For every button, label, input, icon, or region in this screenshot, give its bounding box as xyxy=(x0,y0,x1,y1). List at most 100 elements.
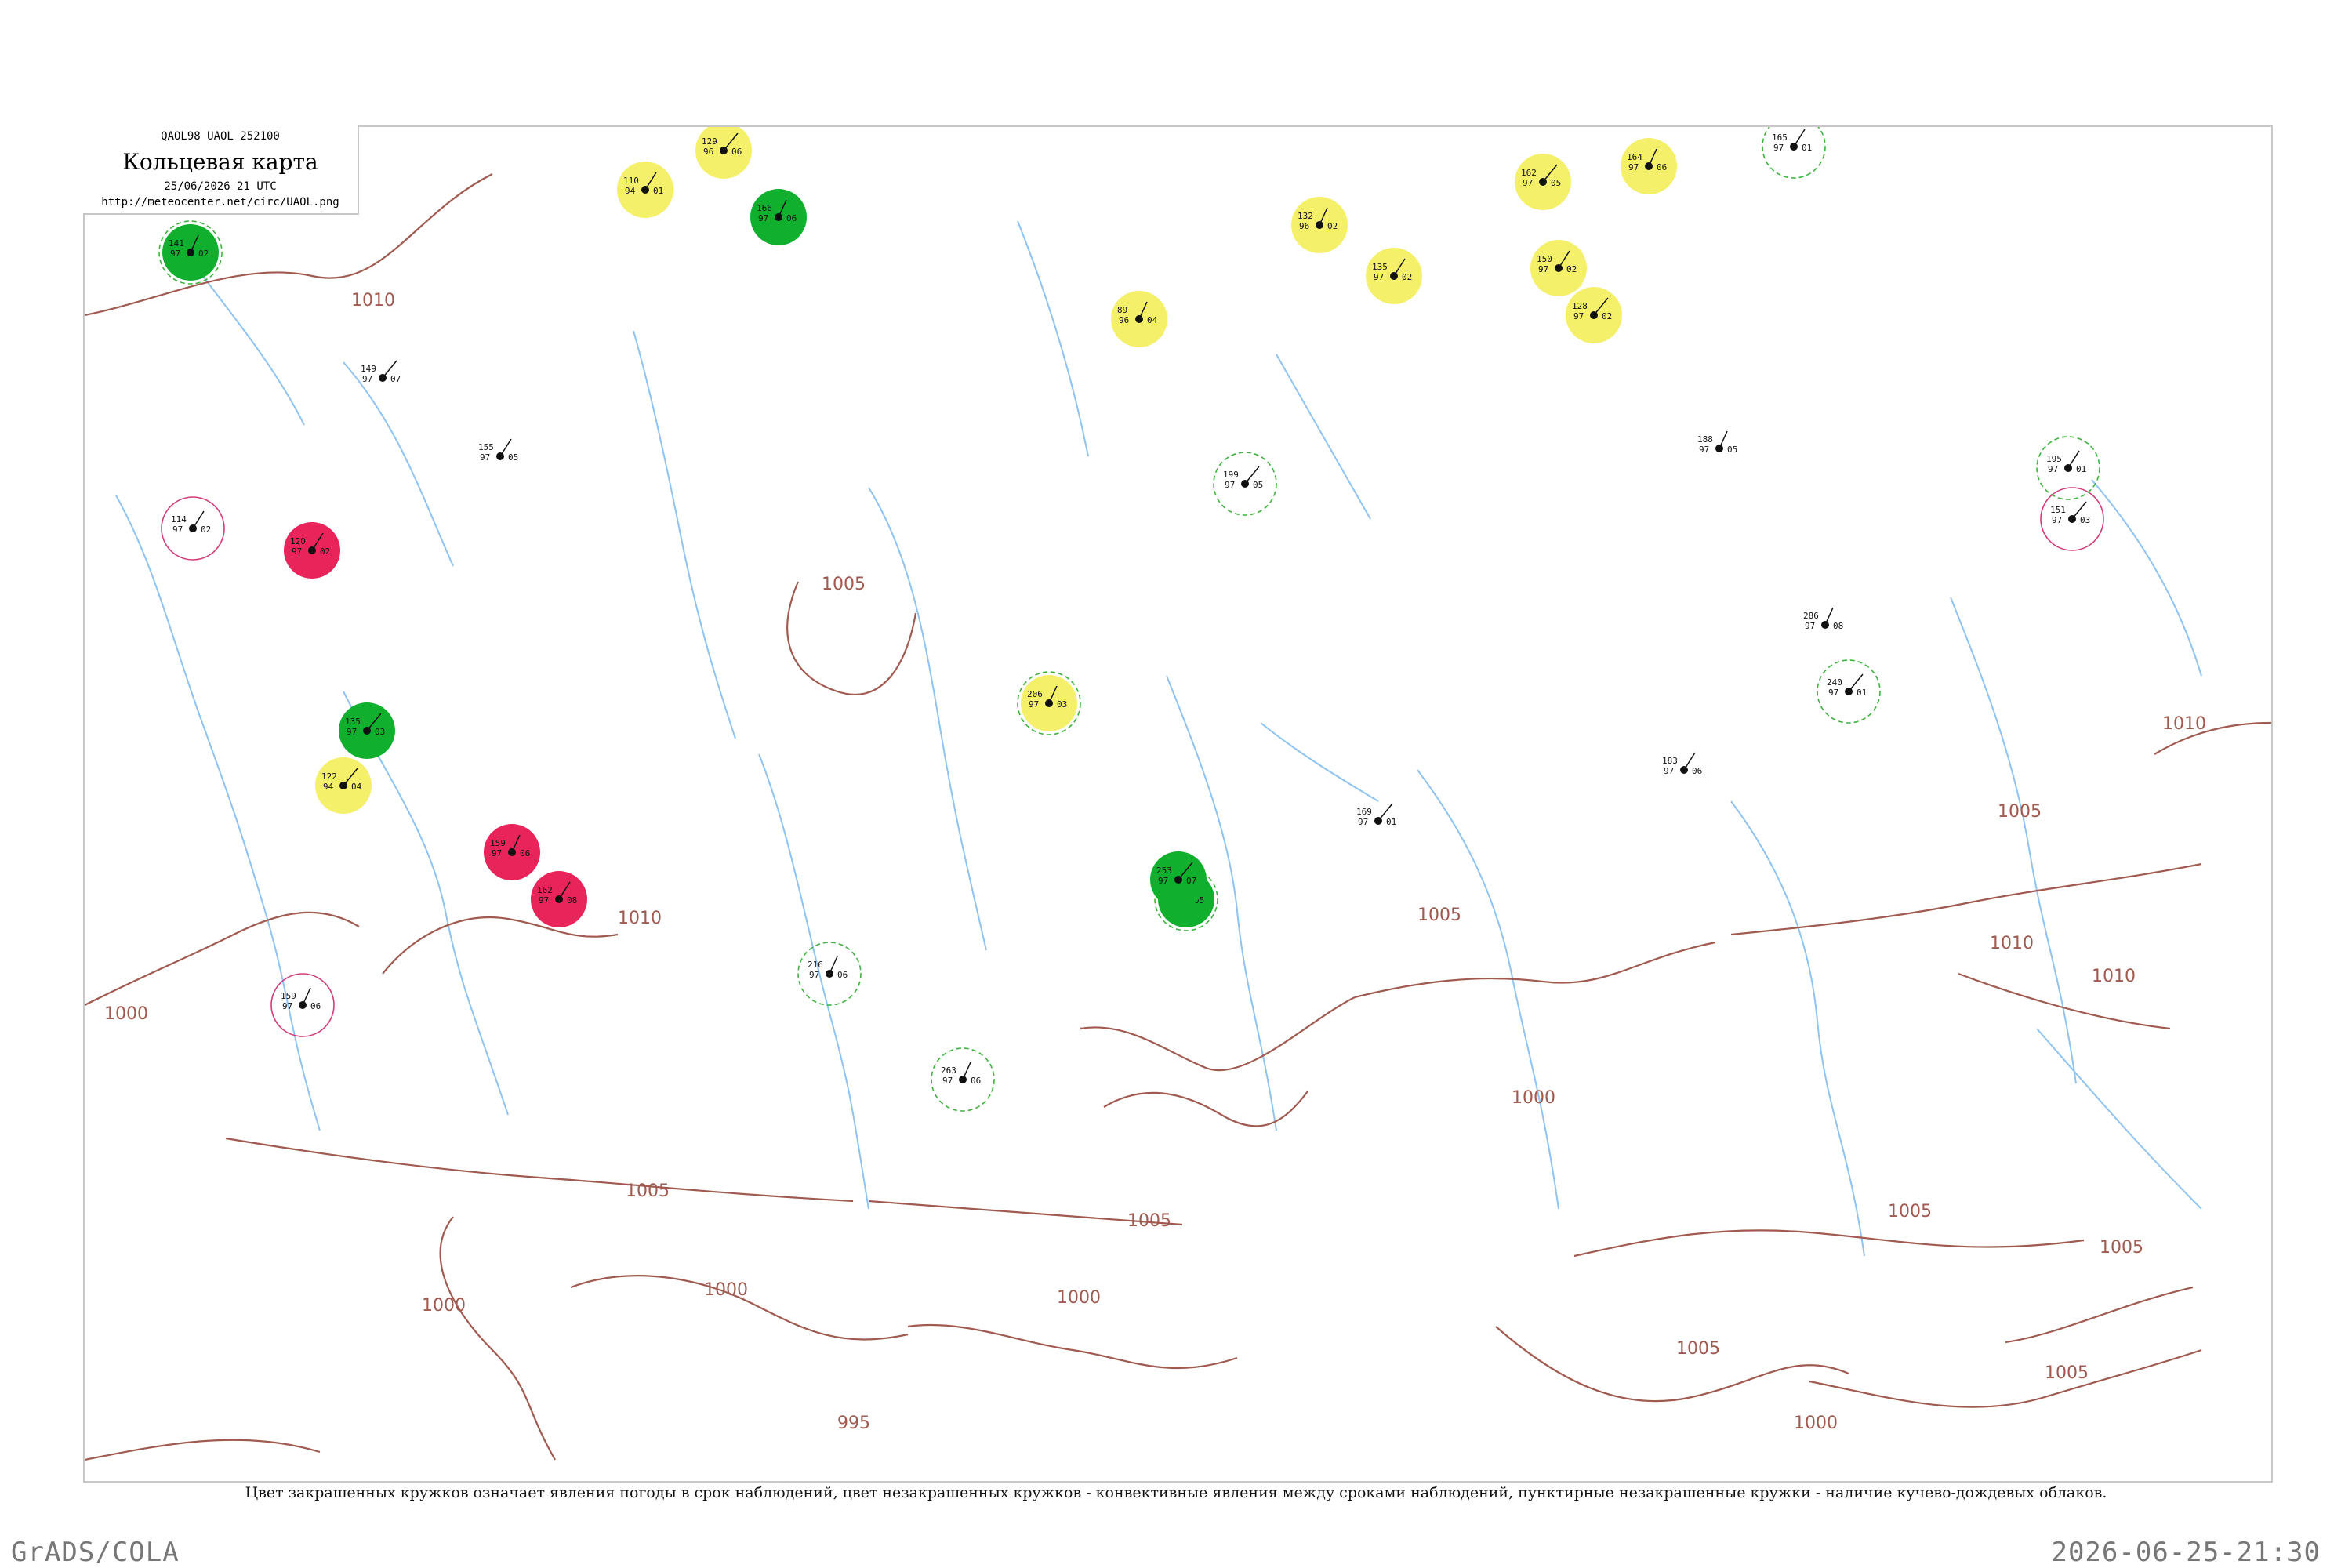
tendency-value: 04 xyxy=(1147,315,1158,325)
isobar-label: 1005 xyxy=(626,1181,670,1201)
station-marker: 21697 06 xyxy=(797,942,862,1006)
pressure-value: 165 xyxy=(1772,132,1788,143)
isobar-label: 1005 xyxy=(1127,1211,1171,1231)
pressure-value: 253 xyxy=(1156,866,1172,876)
map-title: Кольцевая карта xyxy=(122,149,318,175)
isobar-label: 1010 xyxy=(1990,934,2034,953)
tendency-value: 06 xyxy=(731,147,742,157)
station-marker: 20697 03 xyxy=(1017,671,1081,735)
pressure-value: 129 xyxy=(702,136,717,147)
tendency-value: 05 xyxy=(1253,480,1263,490)
pressure-value: 132 xyxy=(1298,211,1313,221)
temperature-value: 97 xyxy=(282,1001,292,1011)
pressure-value: 120 xyxy=(290,536,306,546)
station-marker: 11497 02 xyxy=(161,496,225,561)
tendency-value: 02 xyxy=(1327,221,1338,231)
pressure-value: 263 xyxy=(941,1065,956,1076)
station-marker: 18897 05 xyxy=(1697,430,1737,455)
isobars xyxy=(85,173,2271,1461)
station-marker: 12897 02 xyxy=(1566,287,1622,343)
pressure-value: 135 xyxy=(1372,262,1388,272)
isobar-label: 1010 xyxy=(351,291,395,310)
pressure-value: 199 xyxy=(1223,470,1239,480)
station-marker: 16297 08 xyxy=(531,871,587,927)
tendency-value: 02 xyxy=(201,524,211,535)
tendency-value: 01 xyxy=(1386,817,1396,827)
wind-barb-icon xyxy=(1824,607,1834,626)
temperature-value: 97 xyxy=(1158,876,1168,886)
pressure-value: 286 xyxy=(1803,611,1819,621)
pressure-value: 135 xyxy=(345,717,361,727)
pressure-value: 149 xyxy=(361,364,376,374)
pressure-value: 141 xyxy=(169,238,184,249)
temperature-value: 97 xyxy=(1358,817,1368,827)
pressure-value: 155 xyxy=(478,442,494,452)
tendency-value: 03 xyxy=(375,727,385,737)
temperature-value: 97 xyxy=(362,374,372,384)
temperature-value: 97 xyxy=(480,452,490,463)
map-title-box: QAOL98 UAOL 252100 Кольцевая карта 25/06… xyxy=(83,125,359,215)
tendency-value: 06 xyxy=(1657,162,1667,172)
observation-datetime: 25/06/2026 21 UTC xyxy=(164,180,277,193)
station-marker: 25397 07 xyxy=(1150,851,1207,908)
source-url[interactable]: http://meteocenter.net/circ/UAOL.png xyxy=(83,196,358,209)
station-marker: 16297 05 xyxy=(1515,154,1571,210)
temperature-value: 97 xyxy=(347,727,357,737)
tendency-value: 01 xyxy=(1857,688,1867,698)
tendency-value: 06 xyxy=(1692,766,1702,776)
pressure-value: 150 xyxy=(1537,254,1552,264)
tendency-value: 06 xyxy=(837,970,848,980)
footer-software: GrADS/COLA xyxy=(11,1537,180,1568)
map-canvas: 1010 1005 1010 1000 1005 1000 1000 1000 … xyxy=(85,127,2271,1461)
station-marker: 13296 02 xyxy=(1291,197,1348,253)
temperature-value: 97 xyxy=(2052,515,2062,525)
station-marker: 8996 04 xyxy=(1111,291,1167,347)
temperature-value: 97 xyxy=(492,848,502,858)
isobar-label: 1000 xyxy=(704,1280,748,1300)
station-marker: 16497 06 xyxy=(1621,138,1677,194)
temperature-value: 97 xyxy=(1699,445,1709,455)
tendency-value: 06 xyxy=(786,213,797,223)
tendency-value: 01 xyxy=(2076,464,2086,474)
isobar-label: 1005 xyxy=(2100,1238,2143,1258)
station-marker: 13597 03 xyxy=(339,702,395,759)
temperature-value: 97 xyxy=(1538,264,1548,274)
footer-timestamp: 2026-06-25-21:30 xyxy=(2051,1537,2321,1568)
tendency-value: 03 xyxy=(2080,515,2090,525)
temperature-value: 97 xyxy=(1374,272,1384,282)
temperature-value: 97 xyxy=(1773,143,1784,153)
pressure-value: 188 xyxy=(1697,434,1713,445)
temperature-value: 97 xyxy=(1628,162,1639,172)
pressure-value: 162 xyxy=(1521,168,1537,178)
temperature-value: 97 xyxy=(809,970,819,980)
station-marker: 15597 05 xyxy=(478,438,518,463)
temperature-value: 94 xyxy=(323,782,334,792)
temperature-value: 97 xyxy=(758,213,768,223)
pressure-value: 114 xyxy=(171,514,187,524)
temperature-value: 96 xyxy=(1119,315,1129,325)
tendency-value: 01 xyxy=(1802,143,1812,153)
temperature-value: 97 xyxy=(1523,178,1533,188)
tendency-value: 08 xyxy=(567,895,577,906)
pressure-value: 151 xyxy=(2050,505,2066,515)
map-area: 1010 1005 1010 1000 1005 1000 1000 1000 … xyxy=(83,125,2273,1483)
tendency-value: 02 xyxy=(1566,264,1577,274)
product-code: QAOL98 UAOL 252100 xyxy=(161,130,280,143)
wind-barb-icon xyxy=(962,1062,971,1080)
tendency-value: 05 xyxy=(1551,178,1561,188)
station-marker: 12294 04 xyxy=(315,757,372,814)
pressure-value: 206 xyxy=(1027,689,1043,699)
pressure-value: 164 xyxy=(1627,152,1642,162)
temperature-value: 97 xyxy=(1225,480,1235,490)
tendency-value: 01 xyxy=(653,186,663,196)
temperature-value: 97 xyxy=(942,1076,953,1086)
isobar-label: 1000 xyxy=(1794,1414,1838,1433)
tendency-value: 06 xyxy=(520,848,530,858)
tendency-value: 07 xyxy=(1186,876,1196,886)
pressure-value: 162 xyxy=(537,885,553,895)
tendency-value: 02 xyxy=(320,546,330,557)
pressure-value: 195 xyxy=(2046,454,2062,464)
pressure-value: 122 xyxy=(321,771,337,782)
temperature-value: 97 xyxy=(1664,766,1674,776)
temperature-value: 97 xyxy=(2048,464,2058,474)
